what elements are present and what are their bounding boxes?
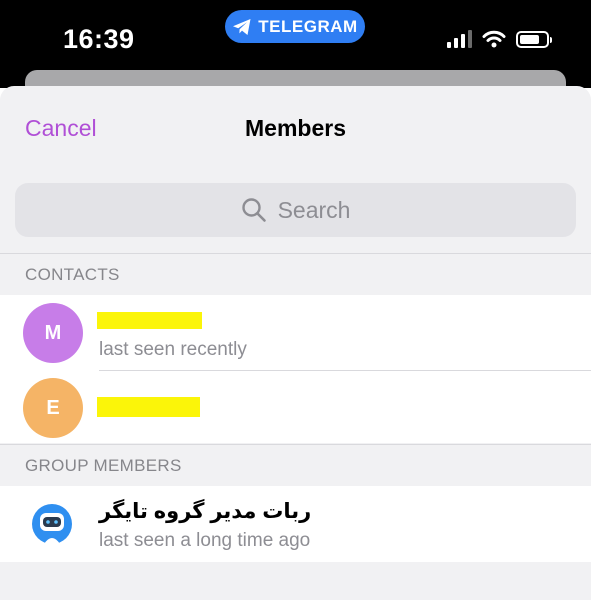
search-input[interactable]: Search (15, 183, 576, 237)
avatar-initial: E (46, 396, 60, 419)
section-label-group-members: GROUP MEMBERS (25, 456, 182, 475)
redacted-name (97, 312, 202, 329)
section-header-group-members: GROUP MEMBERS (0, 444, 591, 486)
wifi-icon (482, 30, 506, 48)
status-icons (447, 28, 552, 50)
search-icon (241, 198, 266, 222)
signal-icon (447, 30, 472, 48)
telegram-app-pill[interactable]: TELEGRAM (225, 10, 365, 43)
avatar-initial: M (44, 321, 62, 344)
contact-row-e[interactable]: E (0, 371, 591, 443)
search-placeholder: Search (277, 196, 351, 223)
status-time: 16:39 (63, 24, 135, 54)
members-sheet: Cancel Members Search CONTACTS M last se… (0, 86, 591, 600)
nav-bar: Cancel Members (0, 86, 591, 176)
contact-status: last seen recently (99, 339, 247, 360)
app-pill-label: TELEGRAM (258, 16, 358, 36)
section-label-contacts: CONTACTS (25, 265, 120, 284)
page-title: Members (245, 115, 346, 141)
member-name: ربات مدیر گروه تایگر (99, 500, 312, 523)
redacted-name (97, 397, 200, 417)
contact-row-m[interactable]: M last seen recently (0, 295, 591, 371)
telegram-icon (233, 18, 251, 35)
member-status: last seen a long time ago (99, 530, 311, 551)
robot-avatar-icon (28, 498, 76, 546)
avatar: E (23, 378, 83, 438)
section-header-contacts: CONTACTS (0, 253, 591, 295)
avatar: M (23, 303, 83, 363)
member-row-bot[interactable]: ربات مدیر گروه تایگر last seen a long ti… (0, 486, 591, 562)
battery-icon (516, 30, 552, 48)
